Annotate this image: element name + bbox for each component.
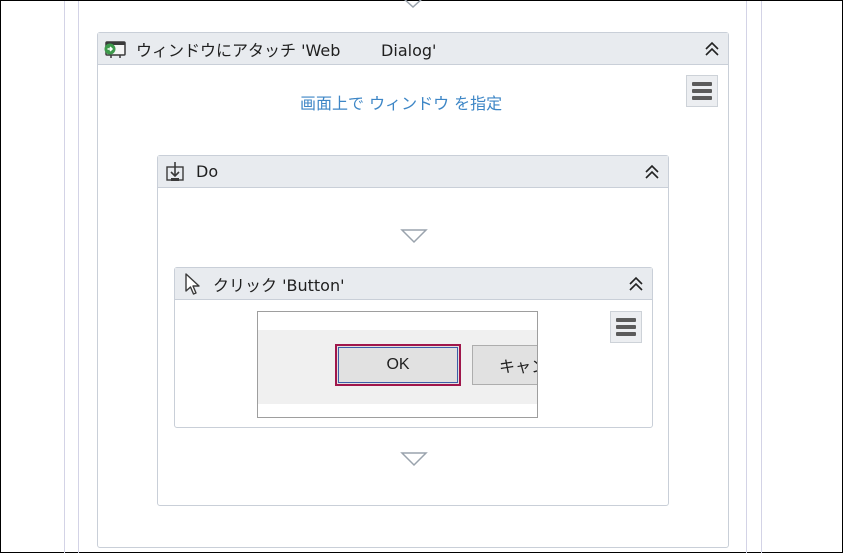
attach-window-menu-button[interactable] bbox=[686, 75, 718, 107]
double-chevron-up-icon[interactable] bbox=[626, 274, 646, 294]
do-sequence-icon bbox=[162, 161, 188, 183]
preview-ok-button: OK bbox=[335, 344, 461, 386]
mouse-pointer-icon bbox=[179, 272, 205, 295]
do-sequence-title: Do bbox=[196, 162, 219, 181]
indicate-window-link[interactable]: 画面上で ウィンドウ を指定 bbox=[300, 90, 502, 114]
target-screenshot-preview[interactable]: OK キャン bbox=[257, 311, 538, 418]
attach-window-title: ウィンドウにアタッチ 'Web Dialog' bbox=[136, 40, 437, 60]
attach-window-header[interactable]: ウィンドウにアタッチ 'Web Dialog' bbox=[98, 33, 728, 65]
inner-guide-line-left bbox=[78, 1, 79, 553]
inner-guide-line-right bbox=[746, 1, 747, 553]
hamburger-menu-icon-bar bbox=[692, 82, 712, 86]
drop-arrow-icon[interactable] bbox=[402, 0, 424, 9]
double-chevron-up-icon[interactable] bbox=[702, 39, 722, 59]
outer-guide-line-left bbox=[64, 1, 65, 553]
drop-arrow-icon[interactable] bbox=[400, 451, 428, 467]
click-activity-header[interactable]: クリック 'Button' bbox=[175, 268, 652, 300]
click-activity-menu-button[interactable] bbox=[610, 311, 642, 343]
do-sequence-header[interactable]: Do bbox=[158, 156, 668, 188]
drop-arrow-icon[interactable] bbox=[400, 228, 428, 244]
designer-canvas: ウィンドウにアタッチ 'Web Dialog' 画面上で ウィンドウ を指定 D… bbox=[0, 0, 843, 553]
preview-cancel-button: キャン bbox=[472, 345, 537, 385]
attach-window-icon bbox=[102, 38, 128, 60]
click-activity-title: クリック 'Button' bbox=[213, 275, 345, 295]
outer-guide-line-right bbox=[761, 1, 762, 553]
double-chevron-up-icon[interactable] bbox=[642, 162, 662, 182]
hamburger-menu-icon-bar bbox=[616, 318, 636, 322]
